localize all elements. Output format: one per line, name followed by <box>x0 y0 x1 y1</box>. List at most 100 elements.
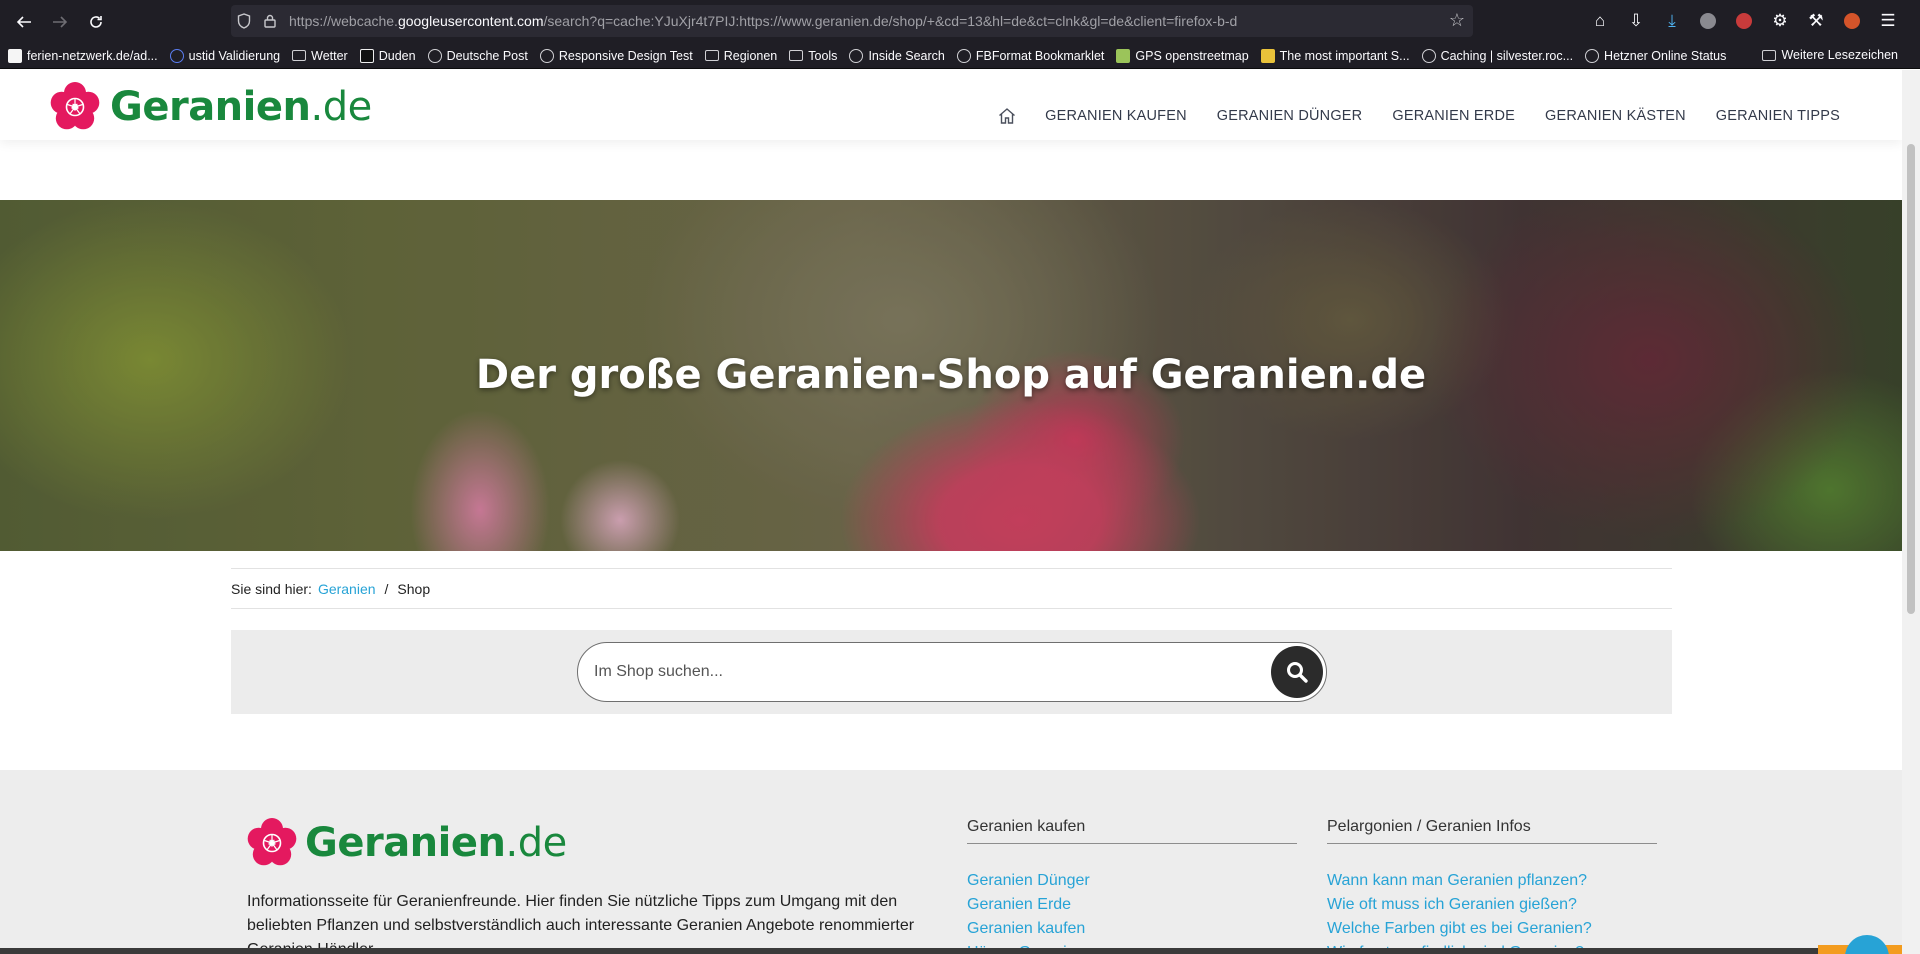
footer-column-shop: Geranien kaufen Geranien Dünger Geranien… <box>967 818 1297 954</box>
breadcrumb: Sie sind hier: Geranien / Shop <box>231 568 1672 609</box>
nav-geranien-duenger[interactable]: GERANIEN DÜNGER <box>1217 108 1363 124</box>
footer-column-title: Geranien kaufen <box>967 818 1297 844</box>
bookmark-label: The most important S... <box>1279 48 1410 63</box>
bookmark-label: Deutsche Post <box>446 48 528 63</box>
logo-tld: .de <box>505 820 567 866</box>
footer-column-infos: Pelargonien / Geranien Infos Wann kann m… <box>1327 818 1657 954</box>
footer-link-list: Wann kann man Geranien pflanzen? Wie oft… <box>1327 869 1657 954</box>
url-host: googleusercontent.com <box>397 13 544 29</box>
search-submit-button[interactable] <box>1271 646 1323 698</box>
breadcrumb-current: Shop <box>397 580 431 597</box>
bookmark-item[interactable]: ustid Validierung <box>169 48 281 63</box>
footer-link[interactable]: Geranien kaufen <box>967 917 1297 941</box>
footer-link[interactable]: Welche Farben gibt es bei Geranien? <box>1327 917 1657 941</box>
bookmark-item[interactable]: ferien-netzwerk.de/ad... <box>8 48 158 63</box>
bookmark-label: ferien-netzwerk.de/ad... <box>27 48 158 63</box>
bookmark-item[interactable]: FBFormat Bookmarklet <box>956 48 1105 63</box>
bookmark-folder[interactable]: Regionen <box>704 48 778 63</box>
globe-icon <box>539 48 554 63</box>
privacy-badger-icon[interactable] <box>1836 6 1868 36</box>
logo-name: Geranien <box>110 84 311 130</box>
nav-geranien-kaufen[interactable]: GERANIEN KAUFEN <box>1045 108 1187 124</box>
bookmark-label: Regionen <box>723 48 778 63</box>
bookmark-folder[interactable]: Tools <box>789 49 837 63</box>
logo-tld: .de <box>310 84 372 130</box>
bookmark-label: Duden <box>378 48 416 63</box>
geranium-flower-icon <box>50 82 100 130</box>
downloads-icon[interactable]: ⤓ <box>1656 6 1688 36</box>
nav-geranien-tipps[interactable]: GERANIEN TIPPS <box>1716 108 1840 124</box>
bookmark-folder[interactable]: Wetter <box>292 49 348 63</box>
bookmark-label: Responsive Design Test <box>558 48 693 63</box>
bookmark-item[interactable]: Duden <box>359 48 416 63</box>
footer-link[interactable]: Geranien Erde <box>967 893 1297 917</box>
bookmark-label: Tools <box>808 48 838 63</box>
back-arrow-icon[interactable] <box>6 4 42 40</box>
logo-name: Geranien <box>305 820 506 866</box>
bookmark-item[interactable]: Responsive Design Test <box>539 48 693 63</box>
folder-icon <box>1762 49 1777 61</box>
folder-icon <box>704 50 719 61</box>
reload-icon[interactable] <box>78 4 114 40</box>
tools-icon[interactable]: ⚒ <box>1800 6 1832 36</box>
footer-link[interactable]: Wie oft muss ich Geranien gießen? <box>1327 893 1657 917</box>
site-favicon-icon <box>169 48 184 63</box>
adblock-icon[interactable] <box>1692 6 1724 36</box>
bookmark-item[interactable]: The most important S... <box>1260 48 1410 63</box>
shop-search-input[interactable] <box>594 643 1254 701</box>
site-favicon-icon <box>1260 48 1275 63</box>
lock-icon[interactable] <box>257 5 283 37</box>
bookmark-label: FBFormat Bookmarklet <box>975 48 1105 63</box>
bookmark-star-icon[interactable]: ☆ <box>1449 10 1465 31</box>
shop-search-field[interactable] <box>577 642 1327 702</box>
menu-hamburger-icon[interactable]: ☰ <box>1872 6 1904 36</box>
bookmark-label: Weitere Lesezeichen <box>1781 48 1898 62</box>
extension-flag-icon[interactable] <box>1728 6 1760 36</box>
hero-title: Der große Geranien-Shop auf Geranien.de <box>475 352 1427 398</box>
home-icon[interactable] <box>997 106 1017 126</box>
url-text[interactable]: https://webcache.googleusercontent.com/s… <box>289 13 1237 29</box>
shop-search-panel <box>231 630 1672 714</box>
footer-link[interactable]: Geranien Dünger <box>967 869 1297 893</box>
address-bar[interactable]: https://webcache.googleusercontent.com/s… <box>231 5 1473 37</box>
bookmarks-toolbar: ferien-netzwerk.de/ad... ustid Validieru… <box>0 43 1920 69</box>
footer-column-title: Pelargonien / Geranien Infos <box>1327 818 1657 844</box>
footer-logo[interactable]: Geranien.de <box>247 818 567 868</box>
page-scrollbar[interactable] <box>1902 70 1920 954</box>
site-header: Geranien.de GERANIEN KAUFEN GERANIEN DÜN… <box>0 70 1902 140</box>
bookmark-label: Hetzner Online Status <box>1604 48 1727 63</box>
site-logo[interactable]: Geranien.de <box>50 82 372 132</box>
search-icon <box>1287 662 1308 683</box>
breadcrumb-label: Sie sind hier: <box>231 580 312 597</box>
settings-gear-icon[interactable]: ⚙ <box>1764 6 1796 36</box>
bookmark-item[interactable]: GPS openstreetmap <box>1116 48 1249 63</box>
bookmark-label: GPS openstreetmap <box>1135 48 1249 63</box>
footer-link-list: Geranien Dünger Geranien Erde Geranien k… <box>967 869 1297 954</box>
home-icon[interactable]: ⌂ <box>1584 6 1616 36</box>
nav-geranien-erde[interactable]: GERANIEN ERDE <box>1392 108 1515 124</box>
other-bookmarks-folder[interactable]: Weitere Lesezeichen <box>1762 48 1898 62</box>
save-to-pocket-icon[interactable]: ⇩ <box>1620 6 1652 36</box>
breadcrumb-link-home[interactable]: Geranien <box>318 581 376 597</box>
bookmark-item[interactable]: Hetzner Online Status <box>1585 48 1727 63</box>
bookmark-label: ustid Validierung <box>188 48 281 63</box>
globe-icon <box>427 48 442 63</box>
logo-wordmark: Geranien.de <box>110 84 372 130</box>
scrollbar-thumb[interactable] <box>1907 144 1915 614</box>
nav-geranien-kaesten[interactable]: GERANIEN KÄSTEN <box>1545 108 1686 124</box>
shield-icon[interactable] <box>231 5 257 37</box>
globe-icon <box>956 48 971 63</box>
url-path: /search?q=cache:YJuXjr4t7PIJ:https://www… <box>543 13 1238 29</box>
main-navigation: GERANIEN KAUFEN GERANIEN DÜNGER GERANIEN… <box>997 106 1840 126</box>
bookmark-item[interactable]: Caching | silvester.roc... <box>1421 48 1574 63</box>
bookmark-label: Caching | silvester.roc... <box>1440 48 1574 63</box>
site-footer: Geranien.de Informationsseite für Gerani… <box>0 770 1902 954</box>
bookmark-item[interactable]: Deutsche Post <box>427 48 528 63</box>
url-prefix: https://webcache. <box>289 13 398 29</box>
folder-icon <box>789 50 804 61</box>
bookmark-item[interactable]: Inside Search <box>849 48 945 63</box>
forward-arrow-icon[interactable] <box>42 4 78 40</box>
browser-toolbar: https://webcache.googleusercontent.com/s… <box>0 0 1920 43</box>
footer-link[interactable]: Wann kann man Geranien pflanzen? <box>1327 869 1657 893</box>
logo-wordmark: Geranien.de <box>305 820 567 866</box>
